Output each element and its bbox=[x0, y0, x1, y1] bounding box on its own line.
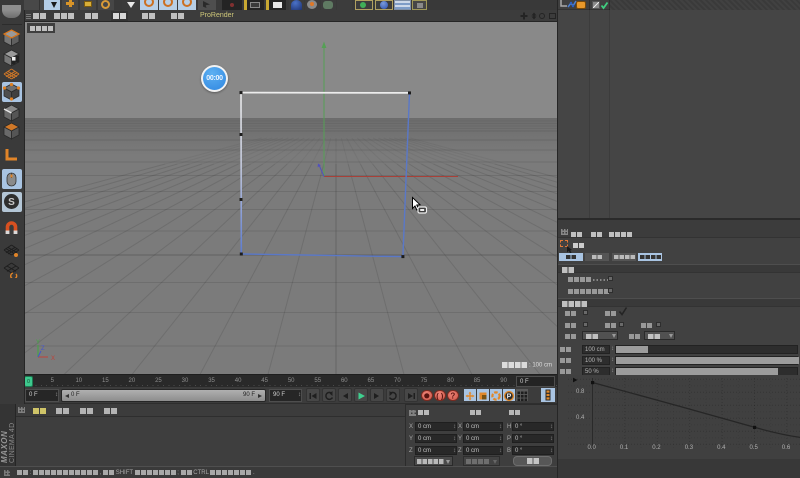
svg-text:X: X bbox=[51, 356, 55, 362]
svg-text:?: ? bbox=[450, 391, 455, 400]
svg-text:Y: Y bbox=[36, 340, 40, 346]
svg-text:P: P bbox=[507, 394, 512, 401]
svg-text:Z: Z bbox=[41, 346, 45, 352]
svg-text:S: S bbox=[8, 197, 15, 208]
svg-text:( ): ( ) bbox=[436, 391, 444, 400]
